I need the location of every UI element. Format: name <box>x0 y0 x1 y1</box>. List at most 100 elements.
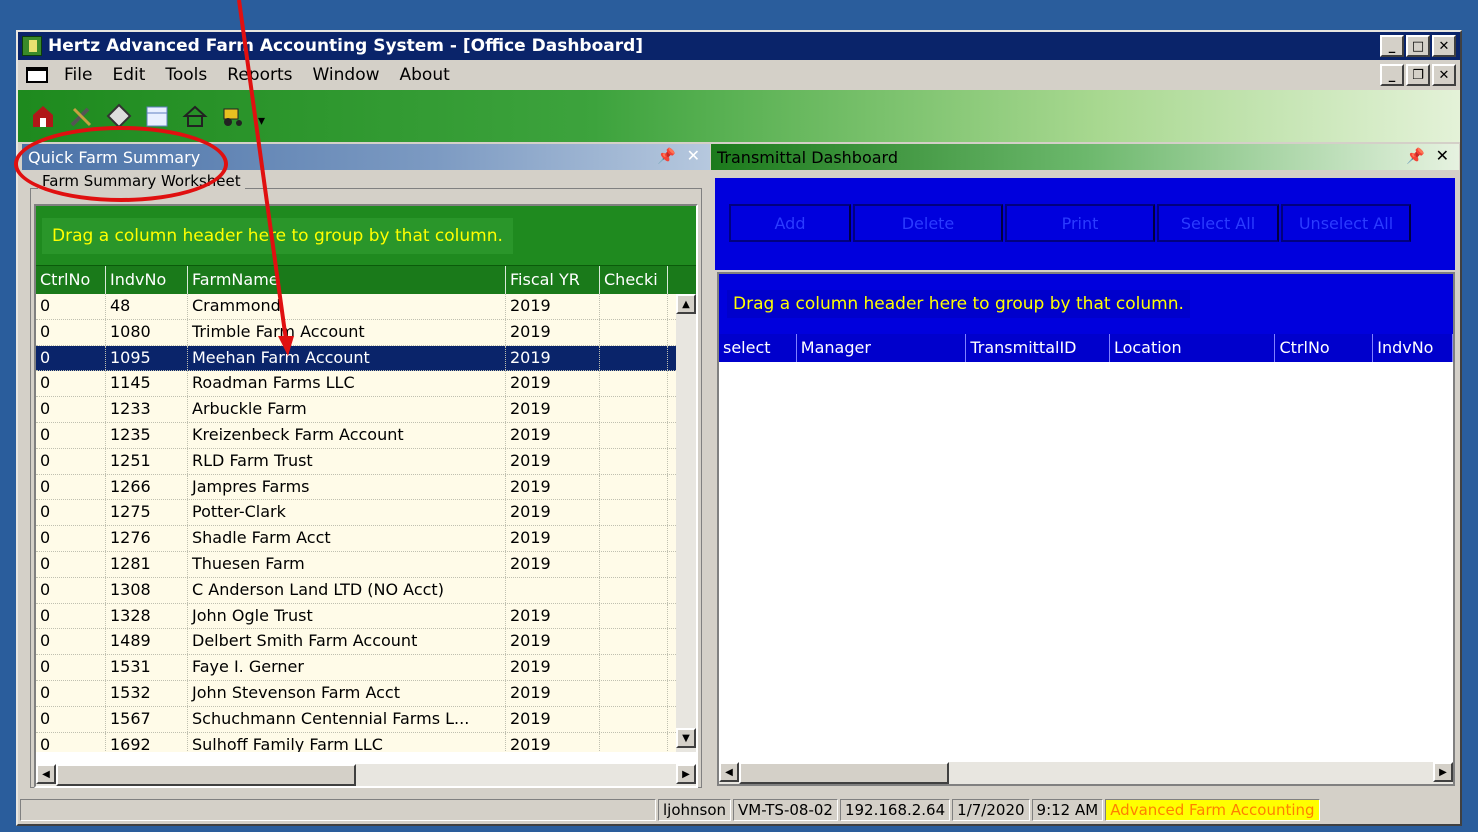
menu-edit[interactable]: Edit <box>102 65 155 85</box>
col-manager[interactable]: Manager <box>797 334 967 362</box>
scroll-right-icon[interactable]: ▶ <box>676 764 696 784</box>
calendar-icon[interactable] <box>144 103 170 129</box>
maximize-button[interactable]: □ <box>1406 35 1430 57</box>
minimize-button[interactable]: _ <box>1380 35 1404 57</box>
table-row[interactable]: 0 1692 Sulhoff Family Farm LLC 2019 <box>36 732 696 752</box>
title-bar[interactable]: Hertz Advanced Farm Accounting System - … <box>18 32 1460 60</box>
cell-indvno: 48 <box>106 294 188 319</box>
pin-icon[interactable]: 📌 <box>1406 147 1425 165</box>
cell-checking <box>600 603 668 629</box>
cell-ctrlno: 0 <box>36 397 106 422</box>
col-fiscal-yr[interactable]: Fiscal YR <box>506 266 600 294</box>
cell-ctrlno: 0 <box>36 319 106 345</box>
table-row[interactable]: 0 1145 Roadman Farms LLC 2019 <box>36 371 696 398</box>
menu-window[interactable]: Window <box>302 65 389 85</box>
scroll-up-icon[interactable]: ▲ <box>676 294 696 314</box>
cell-farmname: Trimble Farm Account <box>188 319 506 345</box>
panel-header: Transmittal Dashboard 📌 ✕ <box>711 144 1459 170</box>
pin-icon[interactable]: 📌 <box>657 147 676 165</box>
col-indvno[interactable]: IndvNo <box>106 266 188 294</box>
cell-fiscal-yr: 2019 <box>506 319 600 345</box>
house-icon[interactable] <box>182 103 208 129</box>
tools-icon[interactable] <box>68 103 94 129</box>
col-checking[interactable]: Checki <box>600 266 668 294</box>
cell-ctrlno: 0 <box>36 603 106 629</box>
cell-indvno: 1308 <box>106 577 188 603</box>
cell-indvno: 1328 <box>106 603 188 629</box>
col-indvno[interactable]: IndvNo <box>1373 334 1454 362</box>
table-row[interactable]: 0 1080 Trimble Farm Account 2019 <box>36 319 696 346</box>
table-row[interactable]: 0 1532 John Stevenson Farm Acct 2019 <box>36 680 696 707</box>
cell-ctrlno: 0 <box>36 345 106 371</box>
group-by-area[interactable]: Drag a column header here to group by th… <box>719 274 1453 334</box>
delete-button[interactable]: Delete <box>853 204 1003 242</box>
cell-farmname: Arbuckle Farm <box>188 397 506 422</box>
cell-checking <box>600 551 668 577</box>
status-machine: VM-TS-08-02 <box>733 799 838 821</box>
col-select[interactable]: select <box>719 334 797 362</box>
barn-icon[interactable] <box>30 103 56 129</box>
menu-file[interactable]: File <box>54 65 102 85</box>
cell-checking <box>600 629 668 655</box>
table-row[interactable]: 0 1489 Delbert Smith Farm Account 2019 <box>36 629 696 656</box>
cell-fiscal-yr: 2019 <box>506 732 600 752</box>
cell-fiscal-yr: 2019 <box>506 422 600 448</box>
table-row[interactable]: 0 1095 Meehan Farm Account 2019 <box>36 345 696 372</box>
col-farmname[interactable]: FarmName <box>188 266 506 294</box>
table-row[interactable]: 0 1266 Jampres Farms 2019 <box>36 474 696 501</box>
close-button[interactable]: ✕ <box>1432 35 1456 57</box>
cell-indvno: 1266 <box>106 474 188 500</box>
horizontal-scrollbar[interactable]: ◀ ▶ <box>36 764 696 786</box>
col-transmittalid[interactable]: TransmittalID <box>966 334 1110 362</box>
table-row[interactable]: 0 1531 Faye I. Gerner 2019 <box>36 655 696 681</box>
add-button[interactable]: Add <box>729 204 851 242</box>
table-row[interactable]: 0 1567 Schuchmann Centennial Farms L... 201… <box>36 706 696 733</box>
document-icon[interactable] <box>26 67 48 83</box>
group-by-area[interactable]: Drag a column header here to group by th… <box>36 206 696 266</box>
mdi-minimize-button[interactable]: _ <box>1380 64 1404 86</box>
table-row[interactable]: 0 1275 Potter-Clark 2019 <box>36 500 696 527</box>
col-ctrlno[interactable]: CtrlNo <box>36 266 106 294</box>
scroll-thumb[interactable] <box>739 762 949 784</box>
select-all-button[interactable]: Select All <box>1157 204 1279 242</box>
cell-farmname: Shadle Farm Acct <box>188 526 506 551</box>
vertical-scrollbar[interactable]: ▲ ▼ <box>676 294 696 752</box>
table-row[interactable]: 0 1328 John Ogle Trust 2019 <box>36 603 696 630</box>
cell-farmname: Schuchmann Centennial Farms L... <box>188 706 506 732</box>
scroll-left-icon[interactable]: ◀ <box>719 762 739 782</box>
scroll-down-icon[interactable]: ▼ <box>676 728 696 748</box>
menu-tools[interactable]: Tools <box>155 65 217 85</box>
close-icon[interactable]: ✕ <box>687 146 700 165</box>
cell-indvno: 1567 <box>106 706 188 732</box>
tractor-icon[interactable] <box>220 103 246 129</box>
scroll-left-icon[interactable]: ◀ <box>36 764 56 784</box>
scroll-thumb[interactable] <box>56 764 356 786</box>
status-message <box>20 799 656 821</box>
mdi-restore-button[interactable]: ❐ <box>1406 64 1430 86</box>
scroll-right-icon[interactable]: ▶ <box>1433 762 1453 782</box>
table-row[interactable]: 0 1276 Shadle Farm Acct 2019 <box>36 526 696 552</box>
col-ctrlno[interactable]: CtrlNo <box>1275 334 1374 362</box>
cell-ctrlno: 0 <box>36 526 106 551</box>
app-window: Hertz Advanced Farm Accounting System - … <box>16 30 1462 826</box>
unselect-all-button[interactable]: Unselect All <box>1281 204 1411 242</box>
table-row[interactable]: 0 1233 Arbuckle Farm 2019 <box>36 397 696 423</box>
mdi-close-button[interactable]: ✕ <box>1432 64 1456 86</box>
table-row[interactable]: 0 1251 RLD Farm Trust 2019 <box>36 448 696 475</box>
window-controls: _ □ ✕ <box>1380 35 1456 57</box>
print-button[interactable]: Print <box>1005 204 1155 242</box>
close-icon[interactable]: ✕ <box>1436 146 1449 165</box>
toolbar-overflow-icon[interactable]: ▾ <box>258 103 268 129</box>
cell-farmname: C Anderson Land LTD (NO Acct) <box>188 577 506 603</box>
table-row[interactable]: 0 48 Crammond 2019 <box>36 294 696 320</box>
menu-about[interactable]: About <box>390 65 460 85</box>
status-bar: ljohnson VM-TS-08-02 192.168.2.64 1/7/20… <box>18 796 1460 824</box>
cell-farmname: Sulhoff Family Farm LLC <box>188 732 506 752</box>
table-row[interactable]: 0 1235 Kreizenbeck Farm Account 2019 <box>36 422 696 449</box>
col-location[interactable]: Location <box>1110 334 1276 362</box>
menu-reports[interactable]: Reports <box>217 65 302 85</box>
table-row[interactable]: 0 1308 C Anderson Land LTD (NO Acct) <box>36 577 696 604</box>
cell-checking <box>600 732 668 752</box>
horizontal-scrollbar[interactable]: ◀ ▶ <box>719 762 1453 784</box>
table-row[interactable]: 0 1281 Thuesen Farm 2019 <box>36 551 696 578</box>
